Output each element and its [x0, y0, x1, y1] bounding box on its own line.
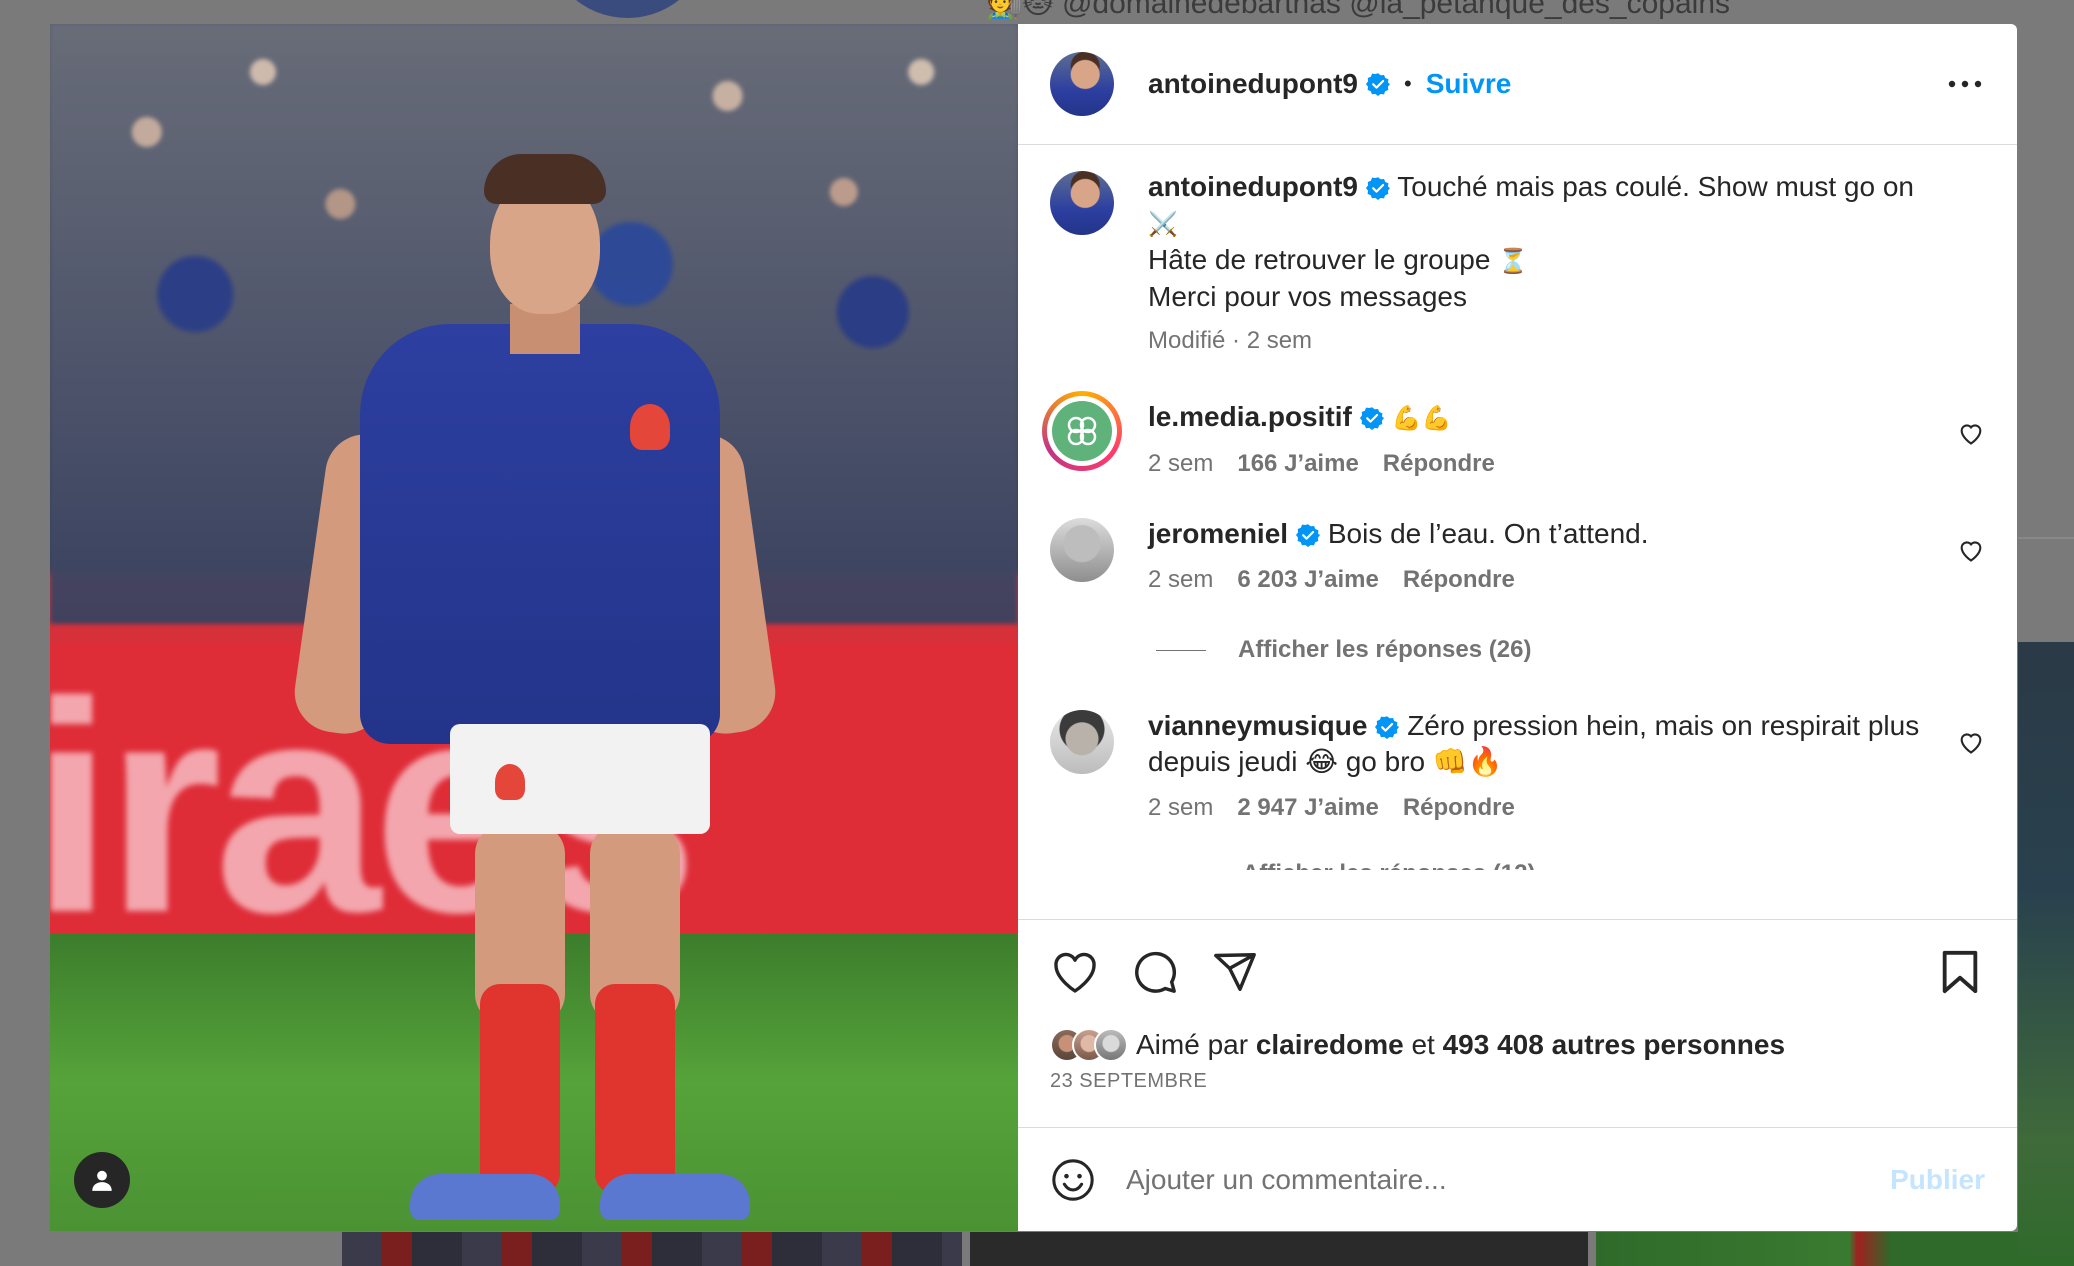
likes-conjunction: et: [1411, 1029, 1435, 1060]
avatar[interactable]: [1050, 710, 1114, 774]
post-side-panel: antoinedupont9 • Suivre antoinedupont9 T…: [1018, 24, 2017, 1231]
view-replies-label: Afficher les réponses (12): [1242, 860, 1535, 870]
avatar[interactable]: [1050, 52, 1114, 116]
background-grid-tile: [970, 1232, 1588, 1266]
caption-line-1: Touché mais pas coulé. Show must go on: [1397, 171, 1914, 202]
comment-time: 2 sem: [1148, 450, 1214, 477]
crossed-swords-icon: ⚔️: [1148, 210, 1178, 238]
first-liker-username[interactable]: clairedome: [1256, 1029, 1404, 1061]
background-grid-tile: [342, 1232, 962, 1266]
caption-meta: Modifié · 2 sem: [1148, 327, 1313, 354]
verified-badge-icon: [1359, 407, 1384, 430]
share-icon[interactable]: [1210, 947, 1260, 997]
reply-button[interactable]: Répondre: [1383, 450, 1495, 478]
caption-username[interactable]: antoinedupont9: [1148, 171, 1358, 202]
verified-badge-icon: [1375, 716, 1400, 739]
caption-line-2: Hâte de retrouver le groupe: [1148, 244, 1491, 275]
background-caption-text: 🧑‍🌾🐱 @domainedebarthas @la_petanque_des_…: [985, 0, 1731, 20]
comment-likes[interactable]: 166 J’aime: [1237, 450, 1358, 478]
comment-username[interactable]: jeromeniel: [1148, 518, 1288, 549]
likes-count-button[interactable]: 493 408 autres personnes: [1443, 1029, 1785, 1061]
comment-item: le.media.positif 💪💪 2 sem 166 J’aime Rép…: [1042, 391, 1985, 478]
emoji-icon[interactable]: [1050, 1157, 1096, 1203]
verified-badge-icon: [1365, 73, 1390, 96]
background-divider: [2018, 537, 2074, 539]
caption-line-3: Merci pour vos messages: [1148, 281, 1468, 312]
publish-button[interactable]: Publier: [1890, 1164, 1985, 1196]
comment-item: vianneymusique Zéro pression hein, mais …: [1050, 708, 1985, 822]
post-author-username[interactable]: antoinedupont9: [1148, 68, 1358, 100]
heart-icon[interactable]: [1050, 947, 1100, 997]
follow-button[interactable]: Suivre: [1426, 68, 1512, 100]
background-grid-tile: [2018, 642, 2074, 1266]
heart-icon[interactable]: [1957, 536, 1985, 564]
reply-button[interactable]: Répondre: [1403, 794, 1515, 822]
comment-input[interactable]: [1126, 1163, 1891, 1196]
header-separator: •: [1403, 71, 1412, 96]
avatar[interactable]: [1042, 391, 1122, 471]
comments-list[interactable]: antoinedupont9 Touché mais pas coulé. Sh…: [1018, 145, 2017, 919]
photo-player: [289, 154, 781, 1220]
comment-username[interactable]: le.media.positif: [1148, 401, 1352, 432]
likes-summary: Aimé par clairedome et 493 408 autres pe…: [1050, 1028, 1985, 1062]
user-tag-icon[interactable]: [74, 1152, 130, 1208]
liker-avatars[interactable]: [1050, 1028, 1128, 1062]
likes-prefix: Aimé par: [1136, 1029, 1249, 1060]
verified-badge-icon: [1296, 524, 1321, 547]
clover-icon: [1067, 416, 1097, 446]
comment-text: Bois de l’eau. On t’attend.: [1327, 518, 1649, 549]
post-actions: Aimé par clairedome et 493 408 autres pe…: [1018, 919, 2017, 1127]
verified-badge-icon: [1365, 177, 1390, 200]
view-replies-button[interactable]: Afficher les réponses (26): [1156, 636, 1985, 664]
view-replies-label: Afficher les réponses (26): [1238, 636, 1532, 663]
add-comment-bar: Publier: [1018, 1127, 2017, 1231]
comment-likes[interactable]: 2 947 J’aime: [1237, 794, 1378, 822]
more-options-icon[interactable]: [1945, 64, 1985, 104]
view-replies-button[interactable]: Afficher les réponses (12): [1242, 860, 1985, 870]
heart-icon[interactable]: [1957, 419, 1985, 447]
heart-icon[interactable]: [1957, 728, 1985, 756]
bookmark-icon[interactable]: [1935, 947, 1985, 997]
action-bar: [1050, 944, 1985, 1000]
background-grid-tile: [1596, 1232, 2018, 1266]
background-profile-image: [545, 0, 710, 18]
post-modal: iraes antoinedupont9 • Suivre antoinedup…: [50, 24, 2017, 1231]
replies-divider: [1156, 649, 1206, 651]
post-photo[interactable]: iraes: [50, 24, 1018, 1231]
avatar[interactable]: [1050, 518, 1114, 582]
comment-username[interactable]: vianneymusique: [1148, 710, 1367, 741]
avatar: [1094, 1028, 1128, 1062]
comment-time: 2 sem: [1148, 794, 1214, 821]
comment-item: jeromeniel Bois de l’eau. On t’attend. 2…: [1050, 516, 1985, 594]
reply-button[interactable]: Répondre: [1403, 566, 1515, 594]
comment-text: 💪💪: [1391, 404, 1452, 432]
post-caption: antoinedupont9 Touché mais pas coulé. Sh…: [1050, 169, 1985, 355]
avatar[interactable]: [1050, 171, 1114, 235]
hourglass-icon: ⏳: [1498, 247, 1529, 275]
comment-icon[interactable]: [1130, 947, 1180, 997]
comment-time: 2 sem: [1148, 566, 1214, 593]
comment-likes[interactable]: 6 203 J’aime: [1237, 566, 1378, 594]
post-date[interactable]: 23 SEPTEMBRE: [1050, 1070, 1985, 1093]
post-header: antoinedupont9 • Suivre: [1018, 24, 2017, 145]
